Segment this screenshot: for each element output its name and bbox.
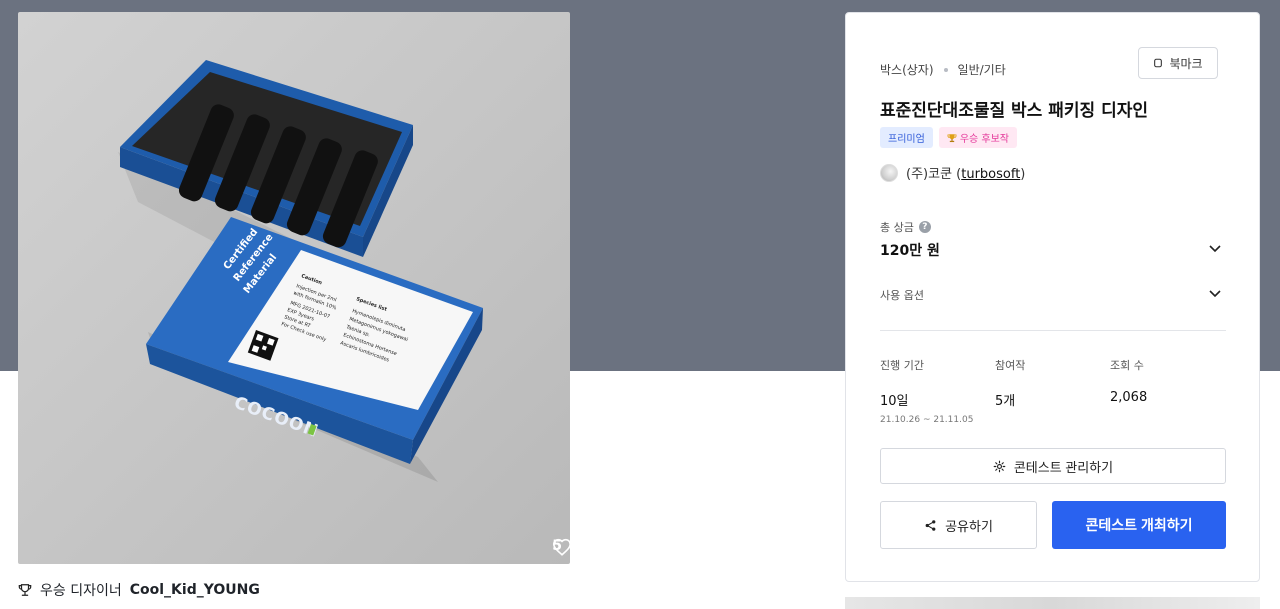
company-handle-link[interactable]: turbosoft bbox=[961, 167, 1020, 182]
badge-group: 프리미엄 우승 후보작 bbox=[880, 127, 1017, 148]
entries-label: 참여작 bbox=[995, 359, 1026, 372]
contest-title: 표준진단대조물질 박스 패키징 디자인 bbox=[880, 101, 1148, 121]
trophy-icon bbox=[18, 584, 32, 596]
company-close: ) bbox=[1020, 167, 1026, 182]
share-icon bbox=[925, 519, 936, 531]
award-badge: 우승 후보작 bbox=[938, 127, 1017, 148]
prize-value: 120만 원 bbox=[880, 243, 940, 259]
bookmark-button[interactable]: 북마크 bbox=[1138, 47, 1218, 79]
host-company[interactable]: (주)코쿤 (turbosoft) bbox=[880, 163, 1025, 182]
company-name: (주)코쿤 ( bbox=[906, 167, 962, 182]
winner-name[interactable]: Cool_Kid_YOUNG bbox=[130, 582, 260, 598]
share-label: 공유하기 bbox=[945, 518, 993, 534]
stat-entries: 참여작 5개 bbox=[995, 357, 1110, 425]
next-section-preview bbox=[845, 597, 1260, 609]
duration-value: 10일 bbox=[880, 394, 909, 409]
chevron-down-icon[interactable] bbox=[1208, 241, 1222, 255]
bookmark-icon bbox=[1154, 58, 1163, 68]
like-counter[interactable]: 5 bbox=[552, 538, 570, 556]
duration-label: 진행 기간 bbox=[880, 359, 924, 372]
winner-designer: 우승 디자이너 Cool_Kid_YOUNG bbox=[18, 580, 260, 600]
award-badge-label: 우승 후보작 bbox=[959, 134, 1009, 145]
main-product-image[interactable]: Certified Reference Material Caution Spe… bbox=[18, 12, 570, 564]
contest-stats: 진행 기간 10일 21.10.26 ~ 21.11.05 참여작 5개 조회 … bbox=[880, 357, 1226, 425]
company-logo bbox=[880, 163, 898, 182]
views-label: 조회 수 bbox=[1110, 359, 1144, 372]
chevron-down-icon[interactable] bbox=[1208, 286, 1222, 300]
trophy-icon bbox=[947, 133, 957, 142]
bookmark-label: 북마크 bbox=[1169, 56, 1203, 71]
manage-contest-label: 콘테스트 관리하기 bbox=[1013, 459, 1114, 475]
help-icon[interactable]: ? bbox=[918, 221, 931, 233]
divider bbox=[880, 330, 1226, 331]
duration-range: 21.10.26 ~ 21.11.05 bbox=[880, 415, 974, 425]
subcategory-link[interactable]: 일반/기타 bbox=[958, 61, 1006, 78]
breadcrumb: 박스(상자) 일반/기타 bbox=[880, 61, 1006, 78]
heart-icon[interactable] bbox=[552, 538, 570, 556]
usage-options-label[interactable]: 사용 옵션 bbox=[880, 287, 924, 303]
contest-info-card: 박스(상자) 일반/기타 북마크 표준진단대조물질 박스 패키징 디자인 프리미… bbox=[845, 12, 1260, 582]
premium-badge: 프리미엄 bbox=[880, 127, 933, 148]
host-contest-button[interactable]: 콘테스트 개최하기 bbox=[1052, 501, 1226, 549]
views-value: 2,068 bbox=[1110, 390, 1148, 405]
prize-label: 총 상금 ? bbox=[880, 219, 931, 235]
breadcrumb-separator bbox=[943, 67, 948, 72]
manage-contest-button[interactable]: 콘테스트 관리하기 bbox=[880, 448, 1226, 484]
category-link[interactable]: 박스(상자) bbox=[880, 61, 934, 78]
share-button[interactable]: 공유하기 bbox=[880, 501, 1037, 549]
stat-duration: 진행 기간 10일 21.10.26 ~ 21.11.05 bbox=[880, 357, 995, 425]
stat-views: 조회 수 2,068 bbox=[1110, 357, 1225, 425]
prize-label-text: 총 상금 bbox=[880, 221, 914, 234]
gear-icon bbox=[993, 460, 1006, 472]
box-render-illustration: Certified Reference Material Caution Spe… bbox=[118, 60, 483, 482]
winner-prefix: 우승 디자이너 bbox=[40, 583, 122, 599]
entries-value: 5개 bbox=[995, 394, 1016, 409]
